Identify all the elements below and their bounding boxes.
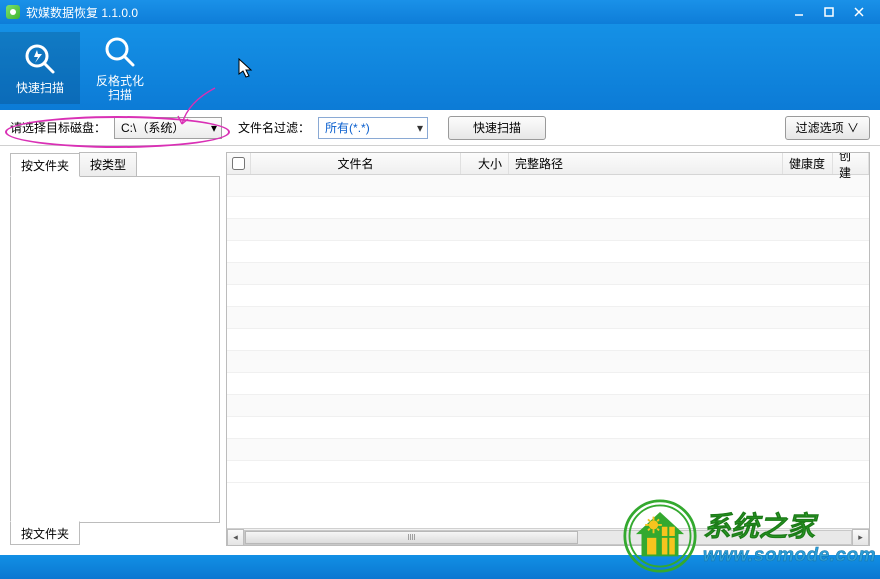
disk-dropdown[interactable]: C:\（系统） ▾ [114, 117, 222, 139]
top-tabs: 按文件夹 按类型 [10, 152, 220, 176]
file-filter-value: 所有(*.*) [325, 119, 370, 136]
select-all-checkbox[interactable] [227, 153, 251, 174]
tab-by-folder[interactable]: 按文件夹 [10, 153, 80, 177]
file-filter-dropdown[interactable]: 所有(*.*) ▾ [318, 117, 428, 139]
close-button[interactable] [844, 2, 874, 22]
unformat-scan-tool[interactable]: 反格式化扫描 [80, 32, 160, 104]
col-size[interactable]: 大小 [461, 153, 509, 174]
table-row [227, 307, 869, 329]
bottom-tabs: 按文件夹 [10, 522, 220, 546]
table-row [227, 395, 869, 417]
quick-scan-tool[interactable]: 快速扫描 [0, 32, 80, 104]
table-row [227, 241, 869, 263]
workspace: 按文件夹 按类型 按文件夹 文件名 大小 完整路径 健康度 创建 [0, 146, 880, 546]
window-title: 软媒数据恢复 1.1.0.0 [26, 4, 138, 21]
col-filename[interactable]: 文件名 [251, 153, 461, 174]
col-fullpath[interactable]: 完整路径 [509, 153, 783, 174]
grid-body[interactable] [227, 175, 869, 527]
mouse-cursor-icon [238, 58, 256, 80]
filter-options-button[interactable]: 过滤选项 ∨ [785, 116, 870, 140]
app-logo-icon [6, 5, 20, 19]
minimize-button[interactable] [784, 2, 814, 22]
toolbar: 快速扫描 反格式化扫描 [0, 24, 880, 110]
scroll-thumb[interactable] [245, 531, 578, 544]
disk-label: 请选择目标磁盘： [10, 119, 106, 136]
table-row [227, 219, 869, 241]
caret-down-icon: ▾ [417, 121, 423, 135]
results-grid: 文件名 大小 完整路径 健康度 创建 [226, 152, 870, 546]
table-row [227, 263, 869, 285]
tab-by-type[interactable]: 按类型 [79, 152, 137, 176]
watermark: 系统之家 www.somode.com [623, 499, 876, 573]
quick-scan-label: 快速扫描 [16, 81, 64, 95]
col-created[interactable]: 创建 [833, 153, 869, 174]
table-row [227, 197, 869, 219]
house-logo-icon [623, 499, 697, 573]
filter-bar: 请选择目标磁盘： C:\（系统） ▾ 文件名过滤： 所有(*.*) ▾ 快速扫描… [0, 110, 880, 146]
titlebar: 软媒数据恢复 1.1.0.0 [0, 0, 880, 24]
table-row [227, 417, 869, 439]
right-pane: 文件名 大小 完整路径 健康度 创建 [226, 152, 870, 546]
caret-down-icon: ▾ [211, 121, 217, 135]
left-pane: 按文件夹 按类型 按文件夹 [10, 152, 220, 546]
file-filter-label: 文件名过滤： [238, 119, 310, 136]
table-row [227, 175, 869, 197]
watermark-title: 系统之家 [703, 505, 876, 545]
scroll-left-button[interactable]: ◂ [227, 529, 244, 546]
table-row [227, 373, 869, 395]
unformat-scan-label: 反格式化扫描 [96, 74, 144, 102]
maximize-button[interactable] [814, 2, 844, 22]
watermark-url: www.somode.com [703, 545, 876, 567]
folder-tree[interactable] [10, 176, 220, 523]
table-row [227, 461, 869, 483]
table-row [227, 329, 869, 351]
grid-header: 文件名 大小 完整路径 健康度 创建 [227, 153, 869, 175]
table-row [227, 351, 869, 373]
disk-value: C:\（系统） [121, 119, 184, 136]
col-health[interactable]: 健康度 [783, 153, 833, 174]
tab-by-folder-bottom[interactable]: 按文件夹 [10, 521, 80, 545]
scan-button[interactable]: 快速扫描 [448, 116, 546, 140]
table-row [227, 285, 869, 307]
magnifier-bolt-icon [22, 41, 58, 77]
magnifier-icon [102, 34, 138, 70]
table-row [227, 439, 869, 461]
